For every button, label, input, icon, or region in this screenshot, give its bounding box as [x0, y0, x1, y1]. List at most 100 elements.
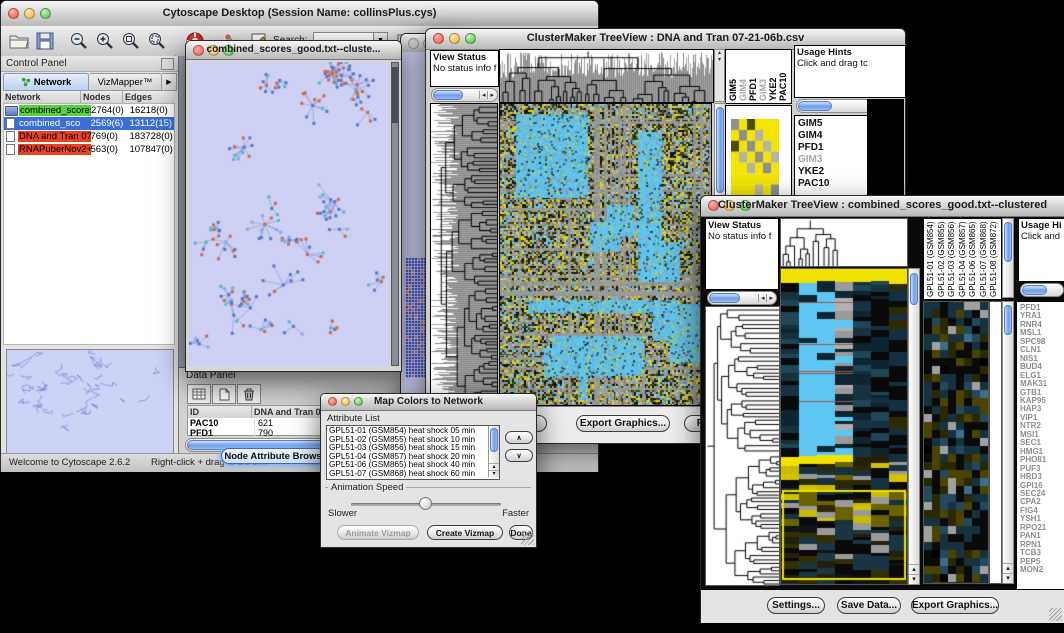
network-file-icon	[5, 106, 18, 116]
attribute-list-label: Attribute List	[327, 413, 380, 424]
network-tab-icon	[21, 77, 31, 87]
tv2-column-label[interactable]: GPL51-08 (GSM872)	[988, 219, 999, 299]
tv2-save-data-button[interactable]: Save Data...	[837, 597, 901, 614]
treeview2-title-bar[interactable]: ClusterMaker TreeView : combined_scores_…	[701, 196, 1064, 217]
tv2-gene-label[interactable]: MON2	[1020, 566, 1064, 574]
network-window-title-bar[interactable]: combined_scores_good.txt--cluste...	[186, 41, 401, 60]
dialog-title-bar[interactable]: Map Colors to Network	[321, 394, 536, 411]
new-document-icon[interactable]	[212, 384, 236, 404]
tv1-column-label[interactable]: GIM4	[738, 50, 748, 103]
zoom-in-icon[interactable]	[93, 29, 117, 53]
attribute-grid-icon[interactable]	[187, 384, 211, 404]
trash-icon[interactable]	[237, 384, 261, 404]
close-button[interactable]	[408, 38, 419, 49]
attribute-list-item[interactable]: GPL51-07 (GSM868) heat shock 60 min	[329, 470, 499, 479]
move-down-button[interactable]: ∨	[505, 449, 533, 462]
tab-overflow-arrow[interactable]: ▶	[162, 73, 177, 91]
network-file-icon	[6, 118, 15, 129]
network-table-row[interactable]: combined_scores 2764(0) 16218(0)	[4, 104, 174, 117]
tv2-global-heatmap[interactable]	[780, 268, 908, 585]
tv1-usage-hints: Usage Hints Click and drag tc	[794, 45, 906, 98]
tv1-column-label[interactable]: YKE2	[768, 50, 778, 103]
network-canvas[interactable]	[189, 62, 390, 366]
network-overview-thumbnail[interactable]	[6, 349, 174, 455]
tv1-column-label[interactable]: GIM5	[728, 50, 738, 103]
control-panel-title: Control Panel	[6, 58, 67, 69]
tv2-column-label[interactable]: GPL51-06 (GSM865)	[967, 219, 978, 299]
tv2-export-graphics-button[interactable]: Export Graphics...	[911, 597, 999, 614]
tv1-global-heatmap[interactable]	[499, 103, 712, 406]
tv1-gene-label[interactable]: GIM4	[798, 130, 867, 142]
tv1-status-hscrollbar[interactable]: ◂▸	[431, 88, 498, 102]
map-colors-dialog[interactable]: Map Colors to Network Attribute List GPL…	[320, 393, 537, 548]
tv1-gene-label[interactable]: YKE2	[798, 166, 867, 178]
tv2-zoom-heatmap[interactable]	[923, 301, 989, 584]
faster-label: Faster	[502, 508, 529, 519]
resize-grip[interactable]	[1049, 608, 1062, 621]
tv1-gene-label[interactable]: PAC10	[798, 178, 867, 190]
node-attribute-browser-button[interactable]: Node Attribute Brows	[221, 448, 325, 464]
control-panel: Control Panel Network VizMapper™ ▶ Netwo…	[1, 56, 179, 453]
network-table-row[interactable]: DNA and Tran 07 769(0) 183728(0)	[4, 130, 174, 143]
attribute-list-vscrollbar[interactable]: ▴▾	[488, 426, 499, 477]
slower-label: Slower	[328, 508, 357, 519]
tv1-column-label[interactable]: PFD1	[748, 50, 758, 103]
open-file-icon[interactable]	[7, 29, 31, 53]
attribute-listbox[interactable]: GPL51-01 (GSM854) heat shock 05 min GPL5…	[326, 425, 500, 480]
network-view-window[interactable]: combined_scores_good.txt--cluste...	[185, 40, 402, 372]
tv2-status-hscrollbar[interactable]: ◂▸	[707, 291, 777, 305]
tv2-column-label[interactable]: GPL51-02 (GSM855)	[936, 219, 947, 299]
tv1-row-dendrogram[interactable]	[430, 103, 498, 406]
float-panel-icon[interactable]	[161, 58, 174, 70]
tv2-row-dendrogram[interactable]	[705, 306, 780, 586]
tv2-column-label[interactable]: GPL51-03 (GSM856)	[946, 219, 957, 299]
tv2-heatmap-vscrollbar[interactable]: ▴▾	[908, 268, 920, 585]
tv1-column-labels: GIM5 GIM4 PFD1 GIM3 YKE2	[725, 49, 792, 104]
create-vizmap-button[interactable]: Create Vizmap	[427, 525, 503, 540]
animation-slider-thumb[interactable]	[419, 497, 432, 510]
animation-speed-label: Animation Speed	[328, 482, 406, 493]
tv2-column-label[interactable]: GPL51-01 (GSM854)	[925, 219, 936, 299]
treeview-combined-window[interactable]: ClusterMaker TreeView : combined_scores_…	[700, 195, 1064, 623]
network-table-row[interactable]: RNAPuberNov2+l 563(0) 107847(0)	[4, 143, 174, 156]
network-table-row[interactable]: combined_sco 2569(6) 13112(15)	[4, 117, 174, 130]
resize-grip[interactable]	[521, 532, 534, 545]
tv1-column-dendrogram[interactable]	[499, 49, 714, 103]
tv2-gene-list: PFD1 YRA1 RNR4 MSL1 SPC98 CLN1 NIS1 BUD4…	[1016, 301, 1064, 591]
tv1-mini-vscrollbar[interactable]: ▴▾	[714, 49, 725, 102]
tv2-column-label[interactable]: GPL51-07 (GSM868)	[978, 219, 989, 299]
tv1-gene-label[interactable]: PFD1	[798, 142, 867, 154]
network-vscrollbar[interactable]	[391, 62, 399, 366]
tv2-column-dendrogram[interactable]	[780, 218, 908, 267]
network-table-header: Network Nodes Edges	[3, 91, 175, 103]
tv2-column-label[interactable]: GPL51-04 (GSM857)	[957, 219, 968, 299]
tv1-column-label[interactable]: GIM3	[758, 50, 768, 103]
treeview2-title: ClusterMaker TreeView : combined_scores_…	[701, 199, 1064, 211]
dialog-title: Map Colors to Network	[321, 396, 536, 407]
tv2-settings-button[interactable]: Settings...	[767, 597, 825, 614]
network-file-icon	[6, 131, 15, 142]
tv1-gene-label[interactable]: GIM5	[798, 118, 867, 130]
move-up-button[interactable]: ∧	[505, 431, 533, 444]
tv2-genelist-vscrollbar[interactable]: ▴▾	[1002, 301, 1014, 584]
tv1-view-status: View Status No status info f	[430, 50, 499, 87]
tv1-export-graphics-button[interactable]: Export Graphics...	[576, 415, 670, 432]
treeview1-title: ClusterMaker TreeView : DNA and Tran 07-…	[426, 32, 905, 44]
tv2-column-labels: GPL51-01 (GSM854) GPL51-02 (GSM855) GPL5…	[923, 218, 1002, 300]
zoom-selected-icon[interactable]	[119, 29, 143, 53]
tv2-collabel-vscrollbar[interactable]	[1002, 218, 1014, 298]
tv2-hints-hscrollbar[interactable]	[1020, 283, 1064, 297]
tv1-zoom-heatmap[interactable]	[731, 119, 779, 195]
zoom-out-icon[interactable]	[67, 29, 91, 53]
tab-network[interactable]: Network	[3, 73, 89, 91]
animate-vizmap-button[interactable]: Animate Vizmap	[337, 525, 419, 540]
save-icon[interactable]	[33, 29, 57, 53]
tv1-column-label[interactable]: PAC10	[778, 50, 788, 103]
tv2-zoom-filler	[989, 301, 1002, 584]
tab-vizmapper[interactable]: VizMapper™	[89, 73, 162, 91]
main-title-bar[interactable]: Cytoscape Desktop (Session Name: collins…	[1, 1, 598, 27]
tv1-gene-label[interactable]: GIM3	[798, 154, 867, 166]
animation-group: Animation Speed	[325, 487, 531, 488]
tv2-usage-hints: Usage Hi Click and	[1018, 218, 1064, 282]
zoom-fit-icon[interactable]	[145, 29, 169, 53]
